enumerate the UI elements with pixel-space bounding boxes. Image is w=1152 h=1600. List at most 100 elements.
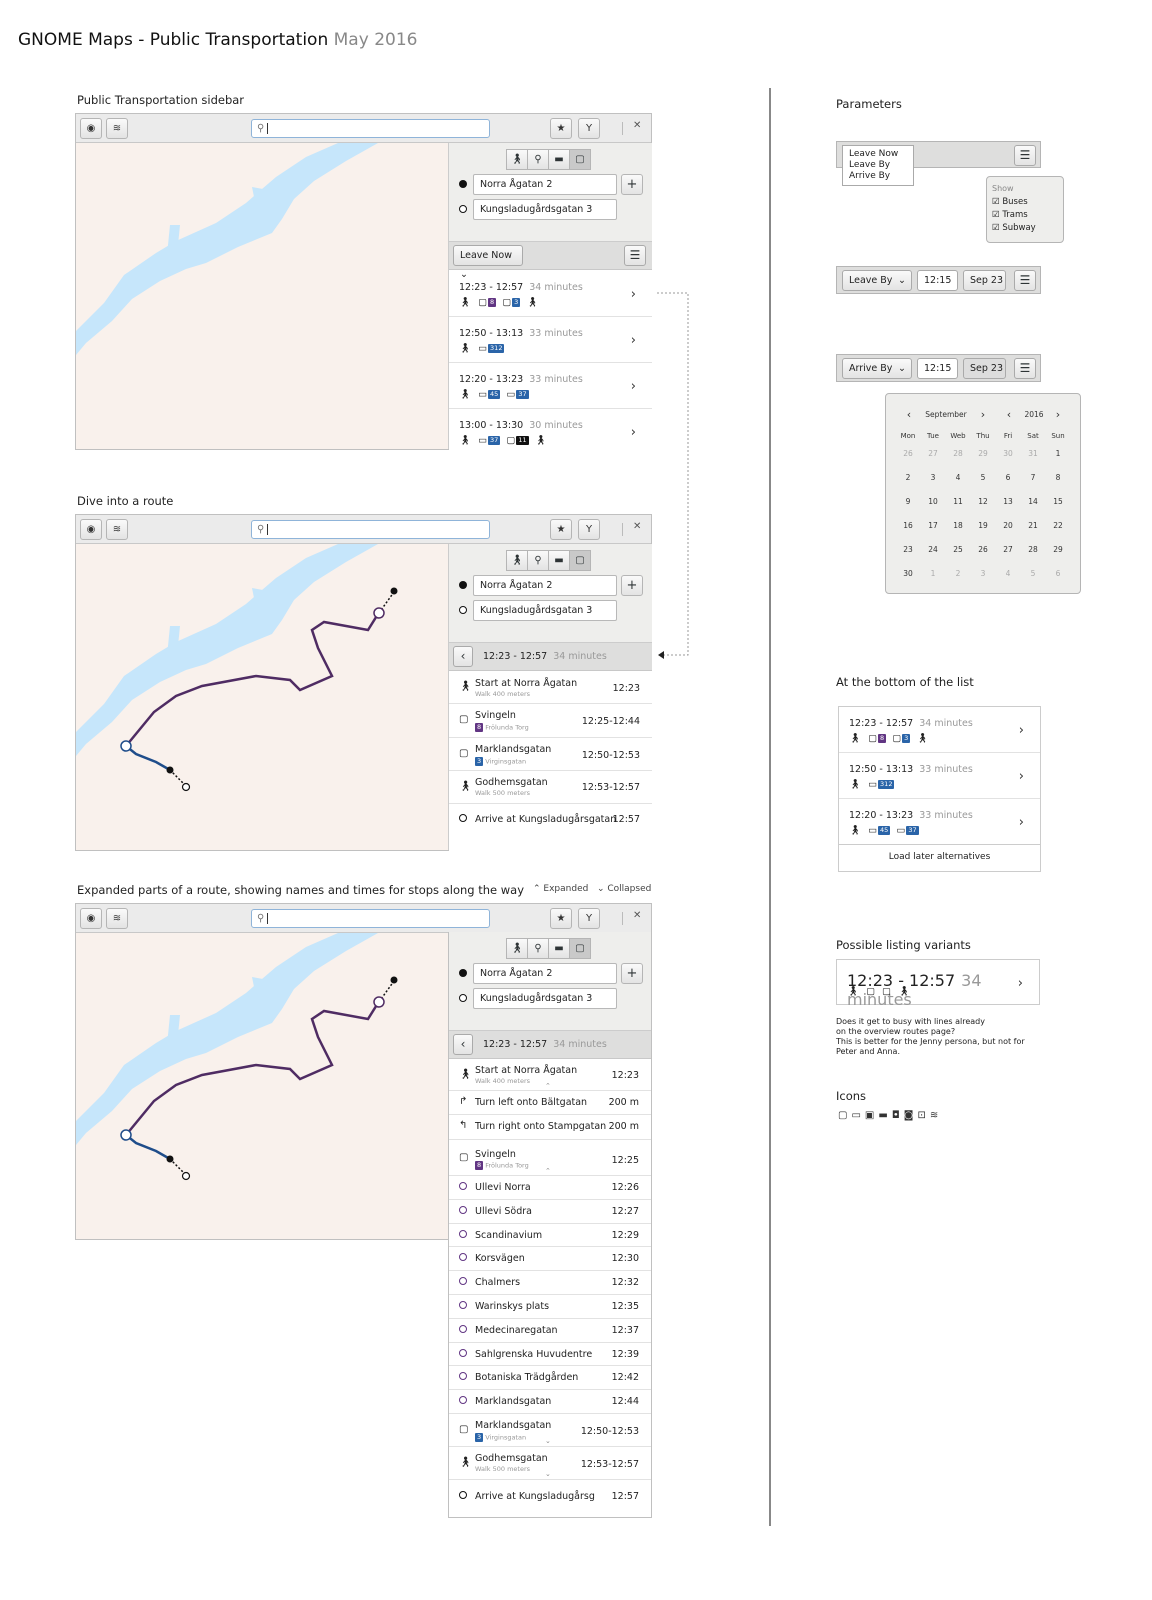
route-row[interactable]: 12:23 - 12:57 34 minutes 🚶︎ ▢ 8 ▢ 3 🚶︎ ›	[449, 271, 652, 317]
chevron-down-icon[interactable]: ⌄	[545, 1470, 551, 1478]
time-entry[interactable]: 12:15	[917, 270, 958, 291]
location-button[interactable]: ◉	[80, 908, 102, 929]
route-step[interactable]: ▢ Marklandsgatan 3 Virginsgatan 12:50-12…	[449, 1414, 651, 1447]
search-input[interactable]: ⚲	[251, 119, 490, 138]
time-option-dropdown[interactable]: Leave Now ⌄	[453, 245, 523, 280]
route-row[interactable]: 13:00 - 13:30 30 minutes 🚶︎ ▭ 37 ▢ 11 🚶︎ ›	[449, 409, 652, 450]
calendar-day[interactable]: 1	[1047, 449, 1069, 458]
route-button[interactable]: Y	[578, 118, 600, 139]
mode-bike[interactable]: ⚲	[527, 550, 549, 571]
route-row[interactable]: 12:23 - 12:57 34 minutes 🚶︎ ▢ 8 ▢ 3 🚶︎ ›	[839, 707, 1040, 753]
close-icon[interactable]: ✕	[633, 521, 641, 532]
option-leave-now[interactable]: Leave Now	[849, 149, 907, 160]
route-row-variant[interactable]: 12:23 - 12:57 34 minutes 🚶︎ ▢ ▢ 🚶︎ ›	[836, 959, 1040, 1009]
mode-bike[interactable]: ⚲	[527, 938, 549, 959]
map-view[interactable]	[76, 933, 449, 1239]
mode-walk[interactable]: 🚶︎	[506, 149, 528, 170]
next-year-button[interactable]: ›	[1047, 408, 1069, 421]
origin-entry[interactable]: Norra Ågatan 2	[473, 963, 617, 984]
calendar-day[interactable]: 28	[947, 449, 969, 458]
filter-menu-button[interactable]: ☰	[1014, 145, 1036, 166]
calendar-day[interactable]: 25	[947, 545, 969, 554]
calendar-day[interactable]: 30	[997, 449, 1019, 458]
mode-walk[interactable]: 🚶︎	[506, 550, 528, 571]
route-step[interactable]: 🚶︎ Godhemsgatan Walk 500 meters 12:53-12…	[449, 771, 652, 804]
calendar-day[interactable]: 9	[897, 497, 919, 506]
destination-entry[interactable]: Kungsladugårdsgatan 3	[473, 600, 617, 621]
route-step[interactable]: ▢ Marklandsgatan 3 Virginsgatan 12:50-12…	[449, 738, 652, 771]
add-via-button[interactable]: +	[621, 575, 643, 596]
calendar-day[interactable]: 11	[947, 497, 969, 506]
calendar-day[interactable]: 12	[972, 497, 994, 506]
chevron-up-icon[interactable]: ⌃	[545, 1167, 551, 1175]
route-button[interactable]: Y	[578, 519, 600, 540]
calendar-day[interactable]: 27	[997, 545, 1019, 554]
mode-bike[interactable]: ⚲	[527, 149, 549, 170]
option-leave-by[interactable]: Leave By	[849, 160, 907, 171]
calendar-day[interactable]: 20	[997, 521, 1019, 530]
calendar-day[interactable]: 6	[997, 473, 1019, 482]
filter-trams[interactable]: ☑ Trams	[992, 210, 1028, 220]
route-row[interactable]: 12:20 - 13:23 33 minutes 🚶︎ ▭ 45 ▭ 37 ›	[839, 799, 1040, 845]
calendar-day[interactable]: 26	[972, 545, 994, 554]
search-input[interactable]: ⚲	[251, 909, 490, 928]
calendar-day[interactable]: 15	[1047, 497, 1069, 506]
calendar-day[interactable]: 28	[1022, 545, 1044, 554]
back-button[interactable]: ‹	[453, 1034, 473, 1055]
load-later-button[interactable]: Load later alternatives	[839, 852, 1040, 862]
prev-month-button[interactable]: ‹	[898, 408, 920, 421]
calendar-day[interactable]: 13	[997, 497, 1019, 506]
add-via-button[interactable]: +	[621, 174, 643, 195]
mode-car[interactable]: ▬	[548, 938, 570, 959]
calendar-day[interactable]: 6	[1047, 569, 1069, 578]
calendar-day[interactable]: 1	[922, 569, 944, 578]
calendar-day[interactable]: 3	[972, 569, 994, 578]
calendar-day[interactable]: 4	[997, 569, 1019, 578]
filter-menu-button[interactable]: ☰	[1014, 358, 1036, 379]
option-arrive-by[interactable]: Arrive By	[849, 171, 907, 182]
calendar-day[interactable]: 30	[897, 569, 919, 578]
favorites-button[interactable]: ★	[550, 908, 572, 929]
layers-button[interactable]: ≋	[106, 519, 128, 540]
mode-transit[interactable]: ▢	[569, 149, 591, 170]
calendar-day[interactable]: 22	[1047, 521, 1069, 530]
calendar-day[interactable]: 7	[1022, 473, 1044, 482]
layers-button[interactable]: ≋	[106, 118, 128, 139]
calendar-day[interactable]: 2	[947, 569, 969, 578]
time-option-dropdown[interactable]: Leave By ⌄	[842, 270, 912, 291]
calendar-day[interactable]: 18	[947, 521, 969, 530]
route-row[interactable]: 12:50 - 13:13 33 minutes 🚶︎ ▭ 312 ›	[839, 753, 1040, 799]
filter-subway[interactable]: ☑ Subway	[992, 223, 1036, 233]
location-button[interactable]: ◉	[80, 118, 102, 139]
route-step[interactable]: ▢ Svingeln 8 Frölunda Torg 12:25 ⌃	[449, 1140, 651, 1176]
layers-button[interactable]: ≋	[106, 908, 128, 929]
favorites-button[interactable]: ★	[550, 519, 572, 540]
next-month-button[interactable]: ›	[972, 408, 994, 421]
search-input[interactable]: ⚲	[251, 520, 490, 539]
route-row[interactable]: 12:50 - 13:13 33 minutes 🚶︎ ▭ 312 ›	[449, 317, 652, 363]
filter-buses[interactable]: ☑ Buses	[992, 197, 1028, 207]
calendar-day[interactable]: 16	[897, 521, 919, 530]
calendar-day[interactable]: 14	[1022, 497, 1044, 506]
calendar-day[interactable]: 23	[897, 545, 919, 554]
prev-year-button[interactable]: ‹	[998, 408, 1020, 421]
destination-entry[interactable]: Kungsladugårdsgatan 3	[473, 199, 617, 220]
chevron-down-icon[interactable]: ⌄	[545, 1437, 551, 1445]
route-step[interactable]: ▢ Svingeln 8 Frölunda Torg 12:25-12:44	[449, 704, 652, 738]
calendar-day[interactable]: 31	[1022, 449, 1044, 458]
route-step[interactable]: 🚶︎ Godhemsgatan Walk 500 meters 12:53-12…	[449, 1447, 651, 1480]
chevron-up-icon[interactable]: ⌃	[545, 1082, 551, 1090]
calendar-day[interactable]: 21	[1022, 521, 1044, 530]
calendar-day[interactable]: 29	[972, 449, 994, 458]
location-button[interactable]: ◉	[80, 519, 102, 540]
calendar-day[interactable]: 5	[972, 473, 994, 482]
calendar-day[interactable]: 8	[1047, 473, 1069, 482]
filter-menu-button[interactable]: ☰	[1014, 270, 1036, 291]
mode-walk[interactable]: 🚶︎	[506, 938, 528, 959]
calendar-day[interactable]: 10	[922, 497, 944, 506]
route-row[interactable]: 12:20 - 13:23 33 minutes 🚶︎ ▭ 45 ▭ 37 ›	[449, 363, 652, 409]
calendar-day[interactable]: 19	[972, 521, 994, 530]
calendar-day[interactable]: 17	[922, 521, 944, 530]
calendar-day[interactable]: 26	[897, 449, 919, 458]
mode-car[interactable]: ▬	[548, 149, 570, 170]
